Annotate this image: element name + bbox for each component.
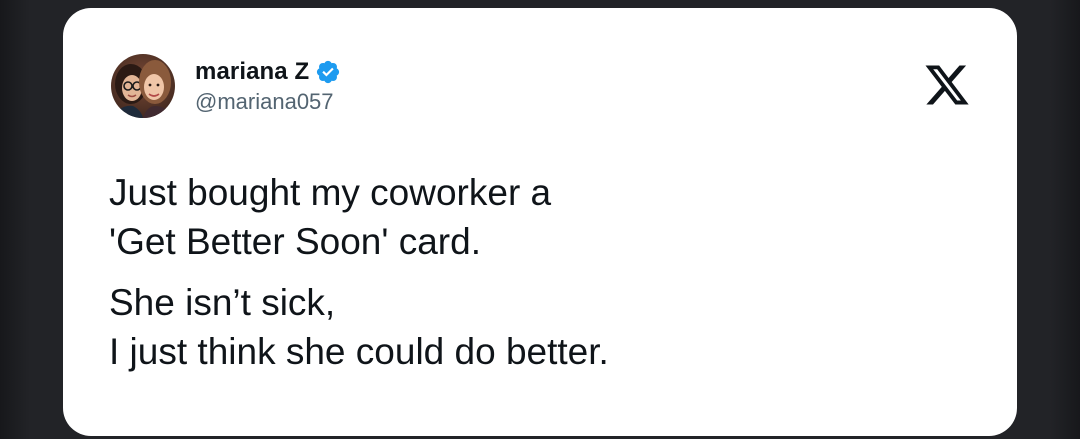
author-handle[interactable]: @mariana057: [195, 89, 341, 115]
verified-badge-icon: [317, 60, 340, 84]
tweet-paragraph: Just bought my coworker a 'Get Better So…: [109, 168, 969, 266]
avatar-photo: [111, 54, 175, 118]
avatar[interactable]: [111, 54, 175, 118]
tweet-line: Just bought my coworker a: [109, 172, 552, 213]
author-identity: mariana Z @mariana057: [195, 57, 341, 115]
tweet-line: 'Get Better Soon' card.: [109, 221, 481, 262]
tweet-card: mariana Z @mariana057 Just bought my cow…: [63, 8, 1017, 436]
author-display-name[interactable]: mariana Z: [195, 58, 309, 86]
tweet-line: She isn’t sick,: [109, 282, 336, 323]
tweet-header: mariana Z @mariana057: [111, 54, 341, 118]
tweet-paragraph: She isn’t sick, I just think she could d…: [109, 278, 969, 376]
x-logo-icon[interactable]: [923, 61, 971, 109]
screenshot-frame: mariana Z @mariana057 Just bought my cow…: [0, 0, 1080, 439]
tweet-text: Just bought my coworker a 'Get Better So…: [109, 168, 969, 376]
tweet-line: I just think she could do better.: [109, 331, 609, 372]
name-row: mariana Z: [195, 57, 341, 87]
